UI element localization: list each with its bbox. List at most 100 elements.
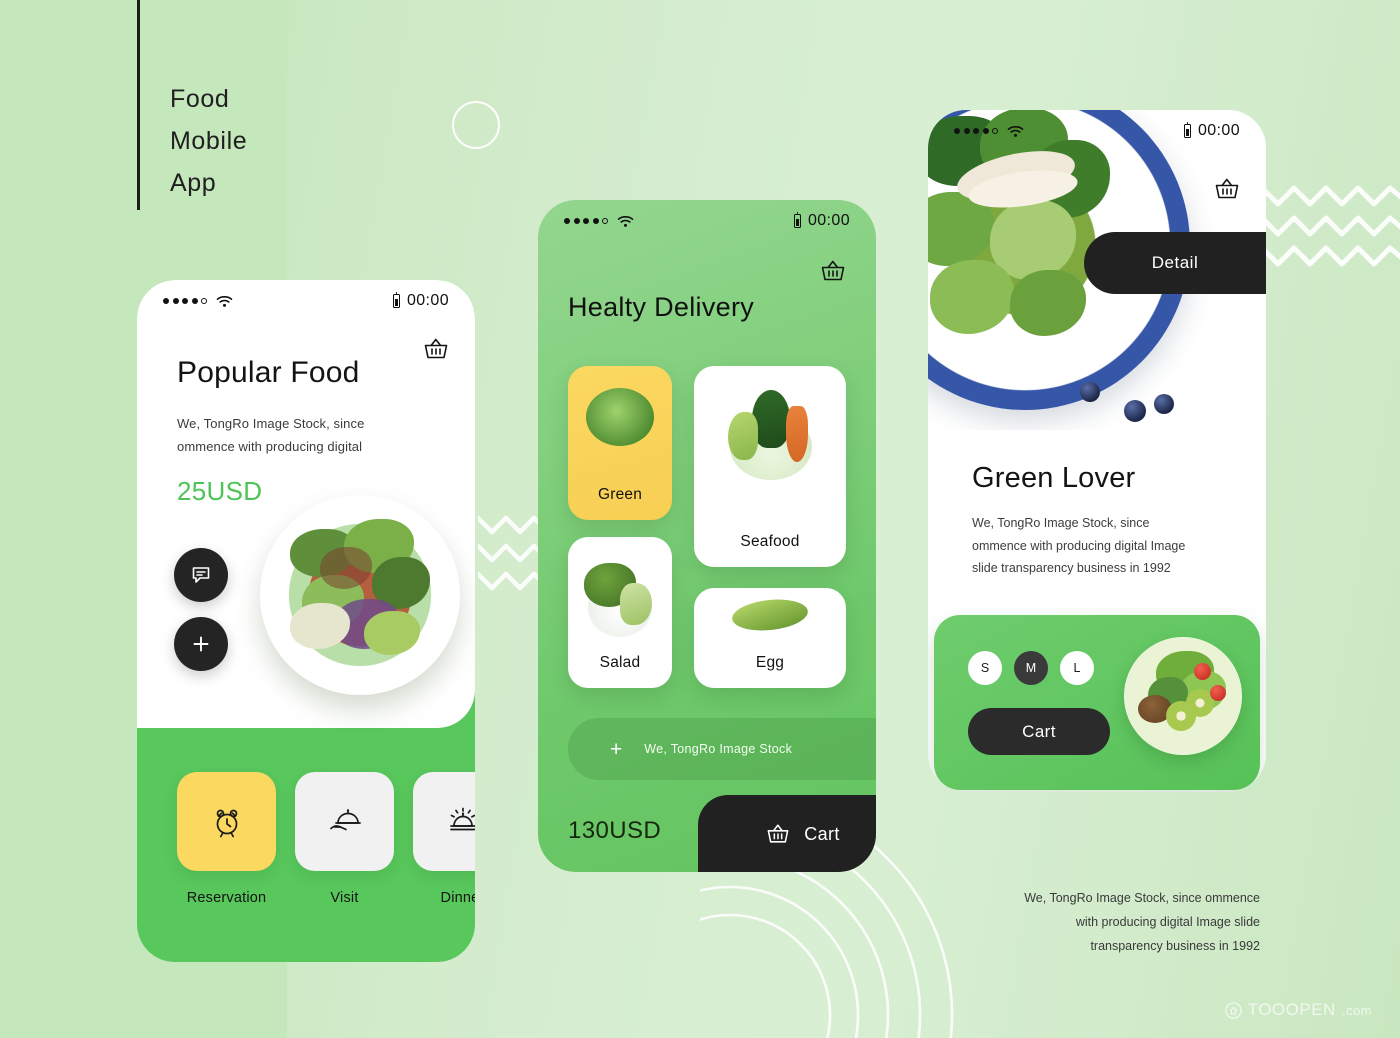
phone1-screen: 00:00 Popular Food We, TongRo Image Stoc… <box>137 280 475 962</box>
phone2-screen: 00:00 Healty Delivery Green Seafood Sala… <box>538 200 876 872</box>
cucumber-image <box>730 596 810 634</box>
watermark-main: TOOOPEN <box>1247 1000 1336 1019</box>
promo-banner[interactable]: + We, TongRo Image Stock <box>568 718 876 780</box>
salad-fruit-image <box>1124 637 1242 755</box>
alarm-clock-icon <box>216 809 237 837</box>
basket-icon <box>767 824 789 843</box>
signal-dots-icon <box>954 128 998 134</box>
tab-dinner-tile[interactable] <box>413 772 475 871</box>
size-selector: S M L <box>968 651 1094 685</box>
battery-icon <box>1183 122 1191 138</box>
phone1-tabbar: Reservation Visit Dinn <box>177 772 475 906</box>
detail-button[interactable]: Detail <box>1084 232 1266 294</box>
tab-reservation[interactable]: Reservation <box>177 772 276 906</box>
phone2-title: Healty Delivery <box>568 292 755 322</box>
headline-line-3: App <box>170 169 217 197</box>
battery-icon <box>392 292 400 308</box>
phone2-status-bar: 00:00 <box>538 200 876 242</box>
cart-button[interactable]: Cart <box>968 708 1110 755</box>
phone-popular-food: 00:00 Popular Food We, TongRo Image Stoc… <box>137 280 475 962</box>
footer-line-2: with producing digital Image slide <box>1075 915 1260 929</box>
add-button[interactable] <box>174 617 228 671</box>
phone1-price: 25USD <box>177 476 263 506</box>
decor-circle-outline <box>452 101 500 149</box>
tab-dinner[interactable]: Dinner <box>413 772 475 906</box>
battery-icon <box>793 212 801 228</box>
signal-dots-icon <box>163 298 207 304</box>
category-card-salad[interactable]: Salad <box>568 537 672 688</box>
headline-line-2: Mobile <box>170 127 248 155</box>
phone1-status-bar: 00:00 <box>137 280 475 322</box>
phone1-description: We, TongRo Image Stock, since ommence wi… <box>177 416 365 454</box>
category-label: Seafood <box>740 533 800 550</box>
category-label: Green <box>597 486 643 503</box>
phone3-title: Green Lover <box>972 462 1136 494</box>
footer-text: We, TongRo Image Stock, since ommence wi… <box>1000 886 1260 958</box>
status-time: 00:00 <box>807 212 850 229</box>
phone1-title: Popular Food <box>177 356 360 389</box>
detail-button-label: Detail <box>1151 253 1199 272</box>
message-button[interactable] <box>174 548 228 602</box>
status-right: 00:00 <box>793 212 850 230</box>
basket-icon[interactable] <box>816 254 850 288</box>
purchase-panel: S M L Cart <box>934 615 1260 790</box>
headline-line-1: Food <box>170 85 230 113</box>
category-grid: Green Seafood Salad Egg <box>568 366 846 688</box>
blueberry-image <box>1080 382 1100 402</box>
watermark: TOOOPEN .com <box>1224 1000 1372 1020</box>
watermark-suffix: .com <box>1341 1002 1372 1018</box>
wifi-icon <box>216 295 233 307</box>
phone3-description: We, TongRo Image Stock, since ommence wi… <box>972 516 1186 575</box>
cart-button-label: Cart <box>804 823 840 844</box>
canvas: Food Mobile App 00:00 Popular Food We, T… <box>0 0 1400 1038</box>
category-card-seafood[interactable]: Seafood <box>694 366 846 567</box>
tab-dinner-label: Dinner <box>440 890 475 906</box>
size-option-m[interactable]: M <box>1014 651 1048 685</box>
plus-icon <box>193 636 209 652</box>
wifi-icon <box>1007 125 1024 137</box>
dinner-bell-icon <box>449 807 475 830</box>
blueberry-image <box>1124 400 1146 422</box>
footer-line-1: We, TongRo Image Stock, since ommence <box>1024 891 1260 905</box>
blueberry-image <box>1154 394 1174 414</box>
phone-green-lover: 00:00 Detail Green Lover We, TongRo Imag… <box>928 110 1266 792</box>
tab-visit-label: Visit <box>330 890 359 906</box>
phone-healthy-delivery: 00:00 Healty Delivery Green Seafood Sala… <box>538 200 876 872</box>
serving-dome-icon <box>329 808 361 830</box>
salad-bowl-image <box>260 495 460 695</box>
status-time: 00:00 <box>1197 122 1240 139</box>
category-card-egg[interactable]: Egg <box>694 588 846 688</box>
tab-reservation-label: Reservation <box>186 890 267 906</box>
tab-visit-tile[interactable] <box>295 772 394 871</box>
page-title: Food Mobile App <box>137 0 247 210</box>
home-icon <box>1224 1001 1242 1019</box>
status-left <box>954 125 1024 138</box>
status-right: 00:00 <box>392 292 449 310</box>
tab-visit[interactable]: Visit <box>295 772 394 906</box>
greens-image <box>728 412 758 460</box>
basket-icon[interactable] <box>1210 172 1244 206</box>
tab-reservation-tile[interactable] <box>177 772 276 871</box>
plus-icon: + <box>610 737 623 761</box>
promo-text: We, TongRo Image Stock <box>644 742 793 756</box>
cart-button[interactable]: Cart <box>698 795 876 872</box>
phone3-screen: 00:00 Detail Green Lover We, TongRo Imag… <box>928 110 1266 792</box>
category-label: Salad <box>599 654 641 671</box>
phone2-total-price: 130USD <box>568 817 662 844</box>
signal-dots-icon <box>564 218 608 224</box>
size-option-l[interactable]: L <box>1060 651 1094 685</box>
status-time: 00:00 <box>406 292 449 309</box>
status-left <box>564 215 634 228</box>
footer-line-3: transparency business in 1992 <box>1090 939 1260 953</box>
status-right: 00:00 <box>1183 122 1240 140</box>
basket-icon[interactable] <box>419 332 453 366</box>
wifi-icon <box>617 215 634 227</box>
decor-zigzag-right <box>1262 168 1400 278</box>
category-card-green[interactable]: Green <box>568 366 672 520</box>
carrot-image <box>786 406 808 462</box>
category-label: Egg <box>755 654 785 671</box>
cabbage-image <box>586 388 654 446</box>
cart-button-label: Cart <box>1022 721 1056 741</box>
size-option-s[interactable]: S <box>968 651 1002 685</box>
message-icon <box>192 567 210 583</box>
